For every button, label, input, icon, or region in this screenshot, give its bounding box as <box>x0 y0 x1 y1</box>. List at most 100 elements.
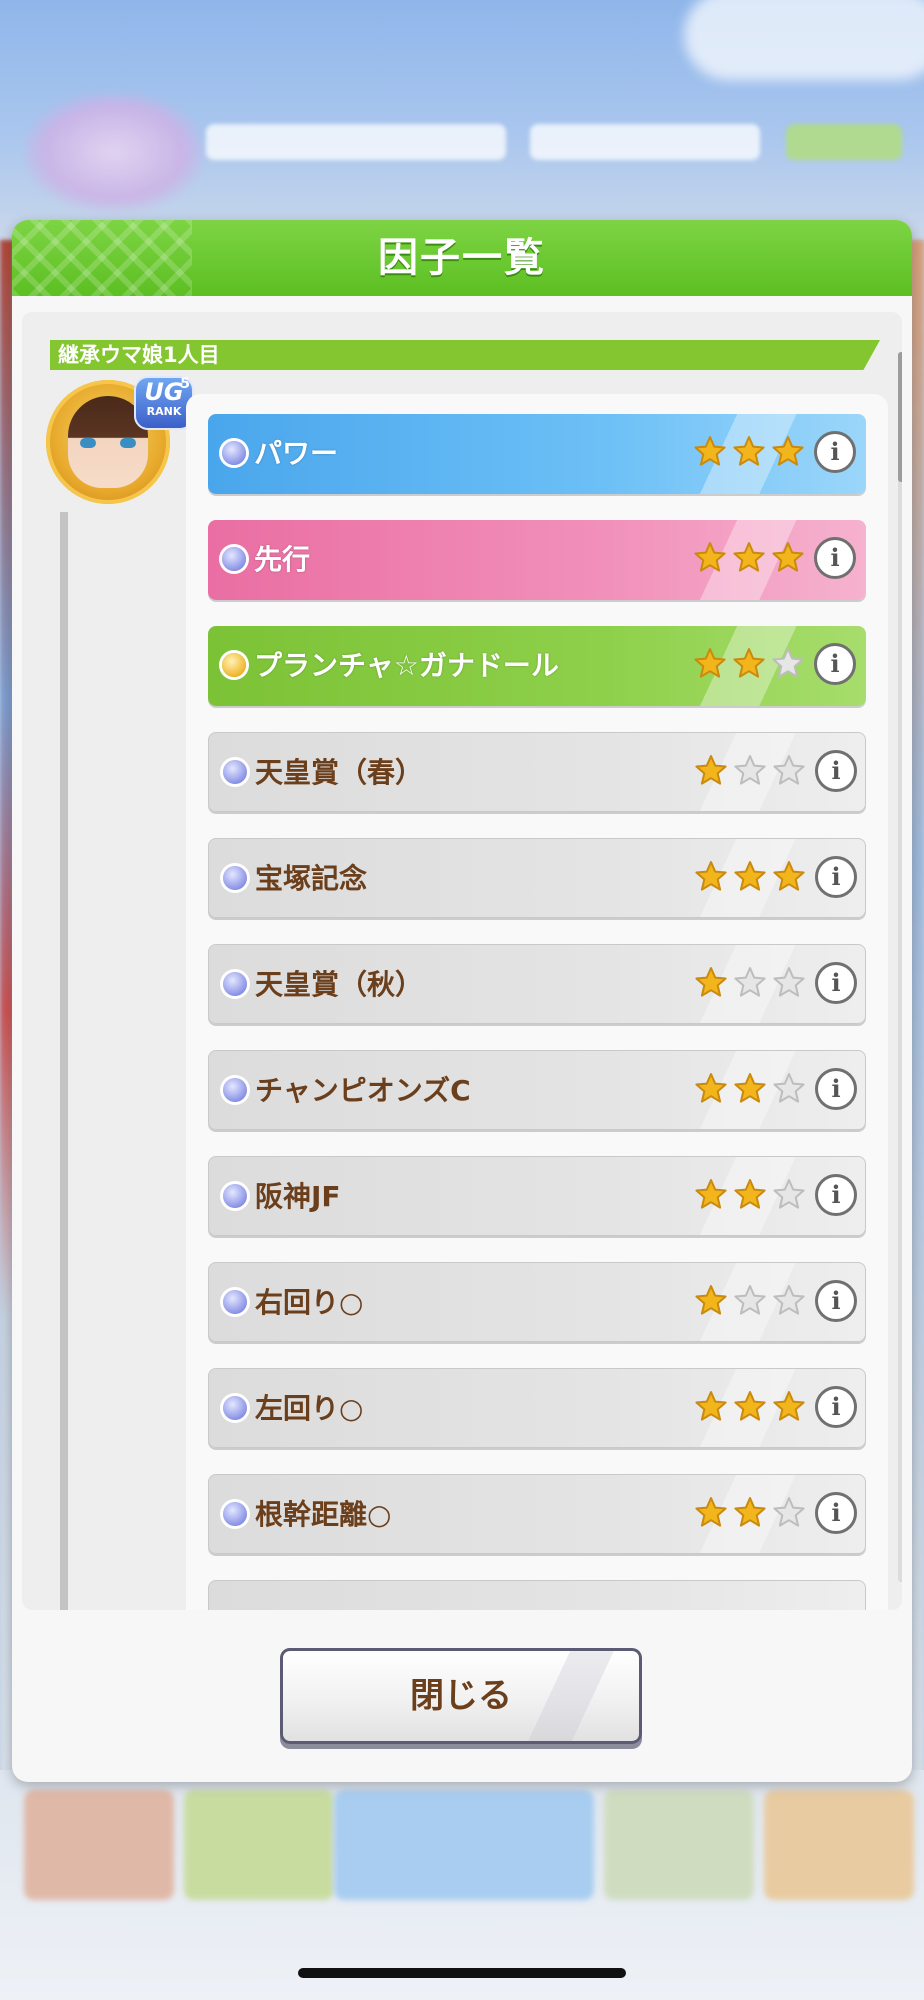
star-filled-icon <box>693 1495 729 1531</box>
factor-row[interactable]: チャンピオンズC i <box>208 1050 866 1130</box>
star-rating <box>693 753 810 793</box>
star-empty-icon <box>732 965 768 1001</box>
info-icon[interactable]: i <box>815 1280 857 1322</box>
home-indicator[interactable] <box>298 1968 626 1978</box>
factor-row[interactable]: 左回り○ i <box>208 1368 866 1448</box>
factor-row[interactable]: 天皇賞（春） i <box>208 732 866 812</box>
factor-name: 天皇賞（春） <box>255 756 424 789</box>
background-nav-tab <box>604 1790 754 1900</box>
factor-content-panel[interactable]: 継承ウマ娘1人目 5 UG RANK パワー i 先行 i プランチャ☆ガナドール i 天皇… <box>22 312 902 1610</box>
background-gauge-bar <box>206 124 506 160</box>
star-rating <box>693 965 810 1005</box>
info-icon[interactable]: i <box>815 1174 857 1216</box>
star-empty-icon <box>732 753 768 789</box>
factor-row[interactable]: 宝塚記念 i <box>208 838 866 918</box>
star-filled-icon <box>731 540 767 576</box>
scrollbar[interactable] <box>898 352 902 1582</box>
orb-icon <box>223 1290 247 1314</box>
star-filled-icon <box>693 965 729 1001</box>
info-icon[interactable]: i <box>815 750 857 792</box>
star-rating <box>693 1495 810 1535</box>
close-button[interactable]: 閉じる <box>280 1648 642 1744</box>
orb-icon <box>223 972 247 996</box>
star-filled-icon <box>731 434 767 470</box>
info-icon[interactable]: i <box>815 1386 857 1428</box>
star-filled-icon <box>731 646 767 682</box>
star-empty-icon <box>771 965 807 1001</box>
factor-name: チャンピオンズC <box>255 1074 471 1107</box>
star-empty-icon <box>770 646 806 682</box>
info-icon[interactable]: i <box>815 1492 857 1534</box>
background-nav-tab <box>334 1790 594 1900</box>
star-filled-icon <box>732 1495 768 1531</box>
star-rating <box>692 646 809 686</box>
orb-icon <box>223 1502 247 1526</box>
factor-row-partial[interactable] <box>208 1580 866 1610</box>
rank-label: RANK <box>146 405 182 418</box>
info-icon[interactable]: i <box>815 1068 857 1110</box>
orb-icon <box>223 866 247 890</box>
star-filled-icon <box>693 1071 729 1107</box>
info-icon[interactable]: i <box>815 962 857 1004</box>
scrollbar-thumb[interactable] <box>898 352 902 482</box>
star-filled-icon <box>732 859 768 895</box>
factor-row[interactable]: 阪神JF i <box>208 1156 866 1236</box>
factor-name: 左回り○ <box>255 1392 364 1425</box>
info-icon[interactable]: i <box>814 537 856 579</box>
factor-row[interactable]: プランチャ☆ガナドール i <box>208 626 866 706</box>
orb-icon <box>223 1396 247 1420</box>
factor-name: パワー <box>254 437 339 470</box>
star-empty-icon <box>771 1283 807 1319</box>
star-empty-icon <box>771 753 807 789</box>
factor-name: 天皇賞（秋） <box>255 968 424 1001</box>
factor-list[interactable]: パワー i 先行 i プランチャ☆ガナドール i 天皇賞（春） i 宝塚記念 i 天皇賞（秋） i チャ… <box>186 394 888 1610</box>
factor-row[interactable]: 根幹距離○ i <box>208 1474 866 1554</box>
star-filled-icon <box>693 1177 729 1213</box>
star-filled-icon <box>732 1071 768 1107</box>
background-button <box>786 124 902 160</box>
rank-badge: 5 UG RANK <box>134 376 194 430</box>
orb-icon <box>223 1078 247 1102</box>
star-filled-icon <box>771 1389 807 1425</box>
info-icon[interactable]: i <box>815 856 857 898</box>
star-filled-icon <box>770 434 806 470</box>
dialog-header: 因子一覧 <box>12 220 912 296</box>
factor-name: 阪神JF <box>255 1180 341 1213</box>
factor-row[interactable]: 先行 i <box>208 520 866 600</box>
factor-name: 宝塚記念 <box>255 862 368 895</box>
star-filled-icon <box>693 753 729 789</box>
factor-name: 先行 <box>254 543 311 576</box>
background-nav-tab <box>764 1790 914 1900</box>
star-empty-icon <box>732 1283 768 1319</box>
star-rating <box>693 1283 810 1323</box>
orb-icon <box>222 653 246 677</box>
factor-row[interactable]: 天皇賞（秋） i <box>208 944 866 1024</box>
star-filled-icon <box>693 1389 729 1425</box>
section-header: 継承ウマ娘1人目 <box>50 340 880 370</box>
character-eyes <box>80 438 136 448</box>
factor-name: 右回り○ <box>255 1286 364 1319</box>
orb-icon <box>223 1184 247 1208</box>
section-label: 継承ウマ娘1人目 <box>58 343 220 367</box>
factor-row[interactable]: パワー i <box>208 414 866 494</box>
star-filled-icon <box>770 540 806 576</box>
background-nav-tab <box>24 1790 174 1900</box>
star-rating <box>693 859 810 899</box>
star-rating <box>693 1177 810 1217</box>
factor-row[interactable]: 右回り○ i <box>208 1262 866 1342</box>
star-filled-icon <box>732 1177 768 1213</box>
orb-icon <box>223 760 247 784</box>
star-rating <box>693 1389 810 1429</box>
background-cloud <box>684 0 924 80</box>
info-icon[interactable]: i <box>814 643 856 685</box>
star-rating <box>693 1071 810 1111</box>
star-rating <box>692 434 809 474</box>
factor-list-dialog: 因子一覧 継承ウマ娘1人目 5 UG RANK パワー i 先行 i プランチャ☆ガナド… <box>12 220 912 1782</box>
background-nav-tab <box>184 1790 334 1900</box>
factor-name: プランチャ☆ガナドール <box>254 649 559 682</box>
background-right-edge <box>910 240 924 1780</box>
dialog-title: 因子一覧 <box>378 235 546 281</box>
star-filled-icon <box>693 1283 729 1319</box>
rank-level: 5 <box>180 376 190 392</box>
info-icon[interactable]: i <box>814 431 856 473</box>
